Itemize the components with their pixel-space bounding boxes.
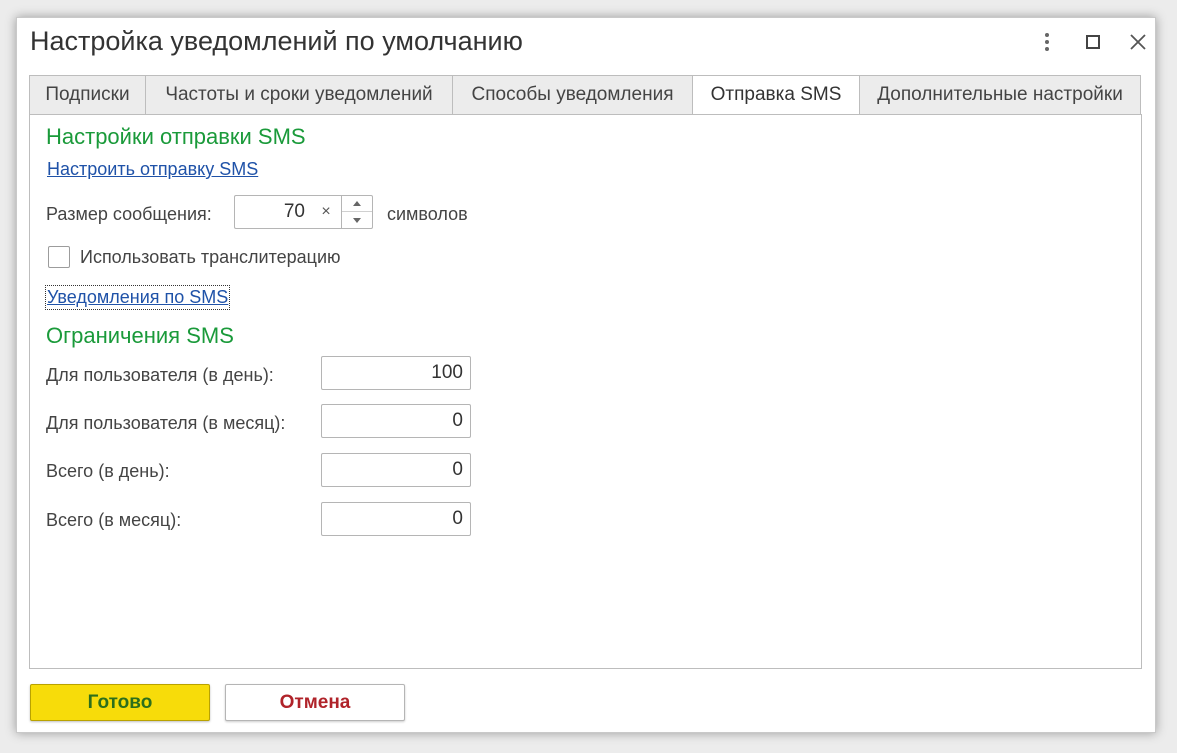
- limit-total-month-input[interactable]: 0: [321, 502, 471, 536]
- tab-sms-sending[interactable]: Отправка SMS: [693, 75, 860, 115]
- limit-user-day-label: Для пользователя (в день):: [46, 365, 274, 385]
- limit-user-month-input[interactable]: 0: [321, 404, 471, 438]
- limit-user-day-input[interactable]: 100: [321, 356, 471, 390]
- tab-panel-sms: Настройки отправки SMS Настроить отправк…: [29, 114, 1142, 669]
- transliteration-label[interactable]: Использовать транслитерацию: [80, 247, 341, 268]
- limit-total-day-input[interactable]: 0: [321, 453, 471, 487]
- spin-up-icon[interactable]: [342, 196, 372, 212]
- transliteration-checkbox[interactable]: [48, 246, 70, 268]
- sms-limits-heading: Ограничения SMS: [46, 323, 234, 348]
- tab-subscriptions[interactable]: Подписки: [29, 75, 146, 115]
- limit-total-day-label: Всего (в день):: [46, 461, 170, 481]
- close-icon[interactable]: [1126, 30, 1150, 54]
- configure-sms-link[interactable]: Настроить отправку SMS: [47, 159, 258, 180]
- tab-bar: Подписки Частоты и сроки уведомлений Спо…: [29, 75, 1141, 115]
- tab-notification-methods[interactable]: Способы уведомления: [453, 75, 693, 115]
- limit-user-month-label: Для пользователя (в месяц):: [46, 413, 286, 433]
- sms-settings-heading: Настройки отправки SMS: [46, 124, 306, 149]
- limit-total-month-label: Всего (в месяц):: [46, 510, 182, 530]
- clear-button[interactable]: ×: [311, 195, 341, 229]
- spin-down-icon[interactable]: [342, 212, 372, 228]
- window-title: Настройка уведомлений по умолчанию: [30, 26, 523, 56]
- dialog-window: Настройка уведомлений по умолчанию Подпи…: [16, 17, 1156, 733]
- message-size-unit: символов: [387, 204, 468, 224]
- maximize-icon[interactable]: [1081, 30, 1105, 54]
- message-size-spinner[interactable]: [341, 195, 373, 229]
- tab-additional-settings[interactable]: Дополнительные настройки: [860, 75, 1141, 115]
- tab-frequencies[interactable]: Частоты и сроки уведомлений: [146, 75, 453, 115]
- message-size-label: Размер сообщения:: [46, 204, 212, 224]
- message-size-input[interactable]: 70: [234, 195, 312, 229]
- cancel-button[interactable]: Отмена: [225, 684, 405, 721]
- more-vertical-icon[interactable]: [1035, 30, 1059, 54]
- sms-notifications-link[interactable]: Уведомления по SMS: [44, 285, 231, 310]
- done-button[interactable]: Готово: [30, 684, 210, 721]
